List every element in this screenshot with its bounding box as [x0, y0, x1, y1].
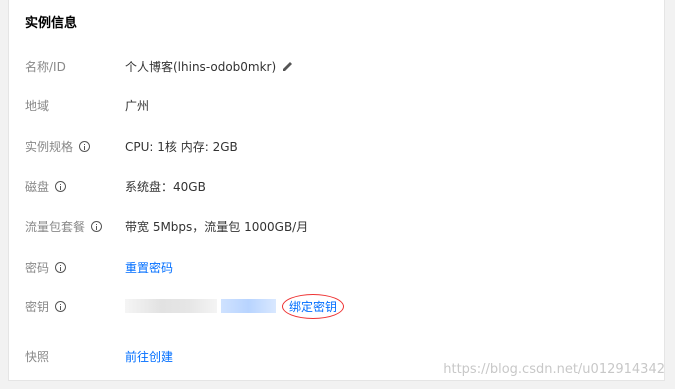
- password-info-icon[interactable]: [55, 261, 67, 273]
- row-spec: 实例规格 CPU: 1核 内存: 2GB: [25, 136, 238, 156]
- traffic-info-icon[interactable]: [91, 220, 103, 232]
- spec-label-wrap: 实例规格: [25, 138, 125, 155]
- region-value: 广州: [125, 98, 150, 113]
- panel-title: 实例信息: [25, 16, 78, 31]
- redacted-key-mask: [125, 299, 217, 313]
- row-disk: 磁盘 系统盘：40GB: [25, 176, 206, 196]
- bind-key-link[interactable]: 绑定密钥: [282, 293, 345, 319]
- name-value: 个人博客(lhins-odob0mkr): [125, 59, 277, 74]
- key-value-wrap: 绑定密钥: [125, 293, 345, 319]
- disk-info-icon[interactable]: [55, 180, 67, 192]
- row-region: 地域 广州: [25, 95, 149, 115]
- row-password: 密码 重置密码: [25, 257, 173, 277]
- key-label: 密钥: [25, 299, 50, 314]
- disk-label-wrap: 磁盘: [25, 178, 125, 195]
- key-info-icon[interactable]: [55, 300, 67, 312]
- name-label: 名称/ID: [25, 59, 66, 74]
- snapshot-label: 快照: [25, 349, 50, 364]
- region-label: 地域: [25, 98, 50, 113]
- password-label-wrap: 密码: [25, 259, 125, 276]
- watermark-text: https://blog.csdn.net/u012914342: [443, 362, 665, 377]
- disk-label: 磁盘: [25, 179, 50, 194]
- spec-info-icon[interactable]: [79, 140, 91, 152]
- key-label-wrap: 密钥: [25, 298, 125, 315]
- create-snapshot-link[interactable]: 前往创建: [125, 348, 173, 365]
- disk-value: 系统盘：40GB: [125, 179, 206, 194]
- row-traffic: 流量包套餐 带宽 5Mbps，流量包 1000GB/月: [25, 216, 308, 236]
- instance-info-panel: 实例信息 名称/ID 个人博客(lhins-odob0mkr) 地域 广州 实例…: [8, 0, 665, 381]
- spec-label: 实例规格: [25, 139, 74, 154]
- edit-pencil-icon[interactable]: [282, 60, 294, 72]
- traffic-value: 带宽 5Mbps，流量包 1000GB/月: [125, 219, 309, 234]
- reset-password-link[interactable]: 重置密码: [125, 259, 173, 276]
- row-key: 密钥 绑定密钥: [25, 293, 345, 319]
- name-value-wrap: 个人博客(lhins-odob0mkr): [125, 58, 294, 75]
- password-label: 密码: [25, 260, 50, 275]
- spec-value: CPU: 1核 内存: 2GB: [125, 139, 238, 154]
- traffic-label: 流量包套餐: [25, 219, 86, 234]
- row-snapshot: 快照 前往创建: [25, 346, 173, 366]
- redacted-key-highlight: [221, 299, 276, 313]
- traffic-label-wrap: 流量包套餐: [25, 218, 125, 235]
- row-name: 名称/ID 个人博客(lhins-odob0mkr): [25, 56, 294, 76]
